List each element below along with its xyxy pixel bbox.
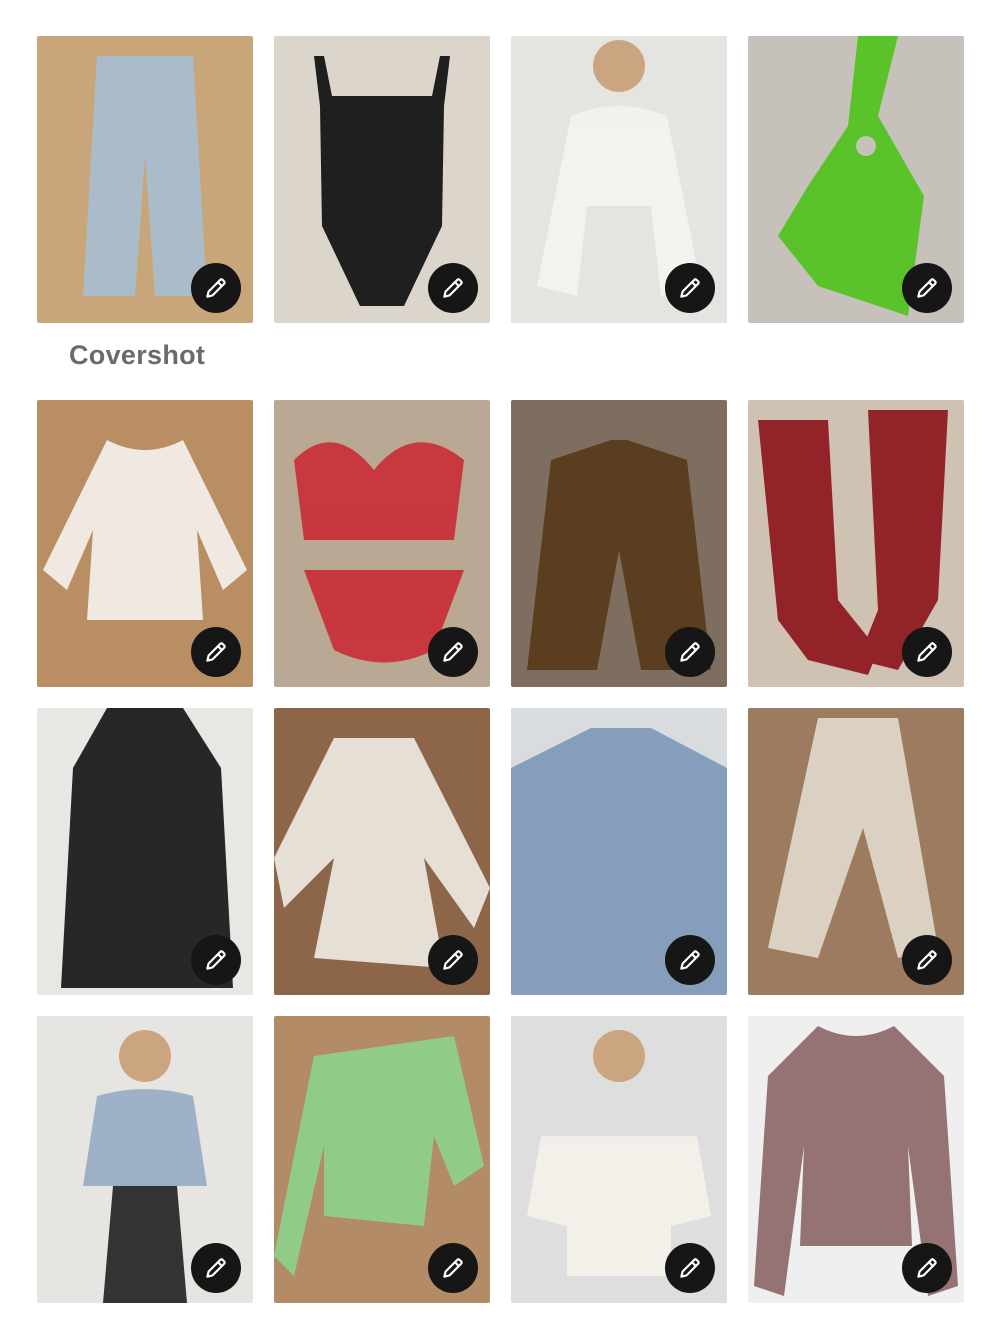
pencil-icon <box>680 642 700 662</box>
edit-photo-button[interactable] <box>902 935 952 985</box>
edit-photo-button[interactable] <box>191 263 241 313</box>
edit-photo-button[interactable] <box>665 627 715 677</box>
listing-photo-white-lace-off-shoulder-top[interactable] <box>511 1016 727 1303</box>
edit-photo-button[interactable] <box>665 1243 715 1293</box>
listing-photo-denim-fringe-jacket[interactable] <box>511 708 727 995</box>
edit-photo-button[interactable] <box>902 263 952 313</box>
edit-photo-button[interactable] <box>902 627 952 677</box>
covershot-label: Covershot <box>69 340 206 370</box>
listing-photo-white-lace-tunic[interactable] <box>37 400 253 687</box>
pencil-icon <box>206 642 226 662</box>
edit-photo-button[interactable] <box>428 1243 478 1293</box>
listing-photo-black-sheer-long-coat[interactable] <box>37 708 253 995</box>
pencil-icon <box>443 642 463 662</box>
listing-photo-leopard-print-blazer[interactable] <box>511 400 727 687</box>
pencil-icon <box>917 1258 937 1278</box>
listing-photo-black-bodysuit[interactable] <box>274 36 490 323</box>
pencil-icon <box>206 278 226 298</box>
edit-photo-button[interactable] <box>665 935 715 985</box>
listing-photo-denim-jacket-zebra-pants-outfit[interactable] <box>37 1016 253 1303</box>
pencil-icon <box>680 278 700 298</box>
pencil-icon <box>917 642 937 662</box>
listing-photo-crochet-flare-pants[interactable] <box>748 708 964 995</box>
edit-photo-button[interactable] <box>902 1243 952 1293</box>
pencil-icon <box>443 1258 463 1278</box>
listing-photo-green-crochet-halter-top[interactable] <box>748 36 964 323</box>
pencil-icon <box>443 950 463 970</box>
edit-photo-button[interactable] <box>191 627 241 677</box>
listing-photo-light-wash-wide-leg-jeans[interactable] <box>37 36 253 323</box>
pencil-icon <box>443 278 463 298</box>
pencil-icon <box>680 950 700 970</box>
pencil-icon <box>917 950 937 970</box>
edit-photo-button[interactable] <box>428 935 478 985</box>
listing-photo-white-eyelet-tie-front-top[interactable] <box>511 36 727 323</box>
listing-photo-red-western-boots[interactable] <box>748 400 964 687</box>
pencil-icon <box>917 278 937 298</box>
edit-photo-button[interactable] <box>191 935 241 985</box>
edit-photo-button[interactable] <box>191 1243 241 1293</box>
listing-photo-red-striped-ruffle-bikini[interactable] <box>274 400 490 687</box>
listing-photo-green-knit-cardigan[interactable] <box>274 1016 490 1303</box>
edit-photo-button[interactable] <box>428 263 478 313</box>
pencil-icon <box>206 950 226 970</box>
edit-photo-button[interactable] <box>428 627 478 677</box>
edit-photo-button[interactable] <box>665 263 715 313</box>
listing-photo-mauve-pleated-blouse[interactable] <box>748 1016 964 1303</box>
listing-photo-white-lace-mini-dress[interactable] <box>274 708 490 995</box>
pencil-icon <box>206 1258 226 1278</box>
pencil-icon <box>680 1258 700 1278</box>
